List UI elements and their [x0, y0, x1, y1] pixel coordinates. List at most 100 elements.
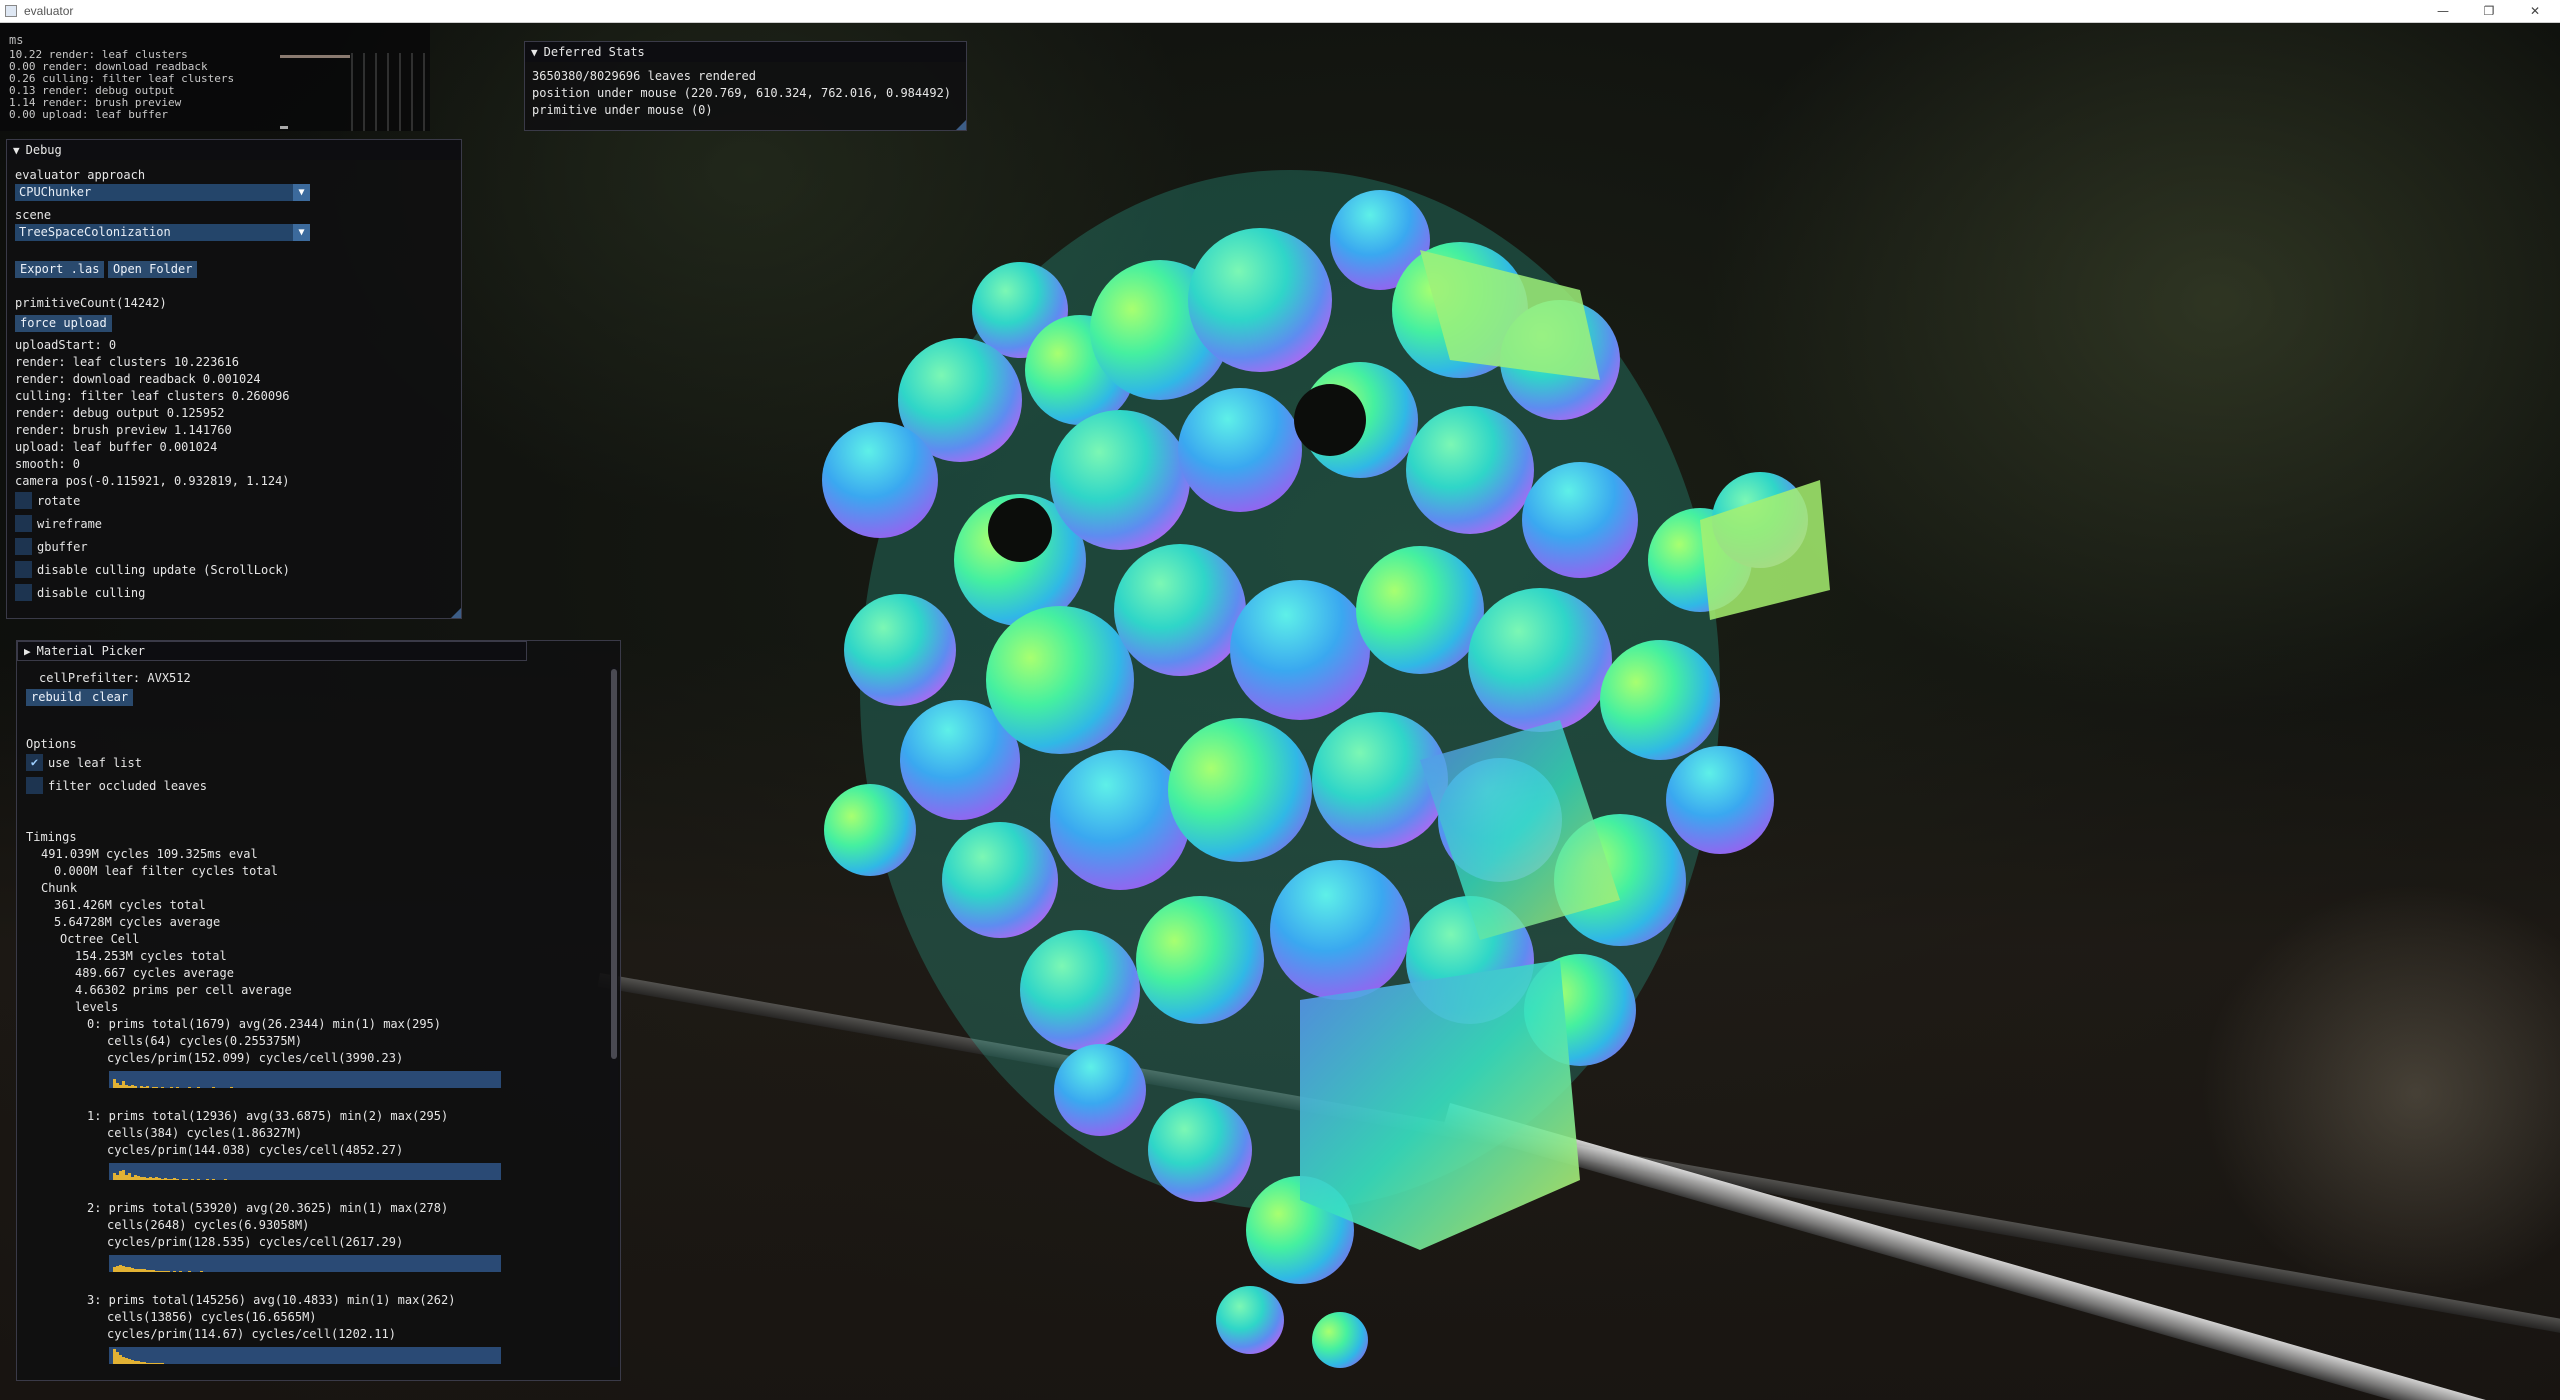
restore-button[interactable]: ❐	[2466, 0, 2512, 22]
panel-title: Debug	[25, 143, 62, 157]
cell-prefilter: cellPrefilter: AVX512	[39, 671, 191, 685]
level-histogram	[109, 1255, 501, 1272]
primitive-count: primitiveCount(14242)	[15, 296, 167, 310]
histogram-bar	[146, 1086, 149, 1088]
force-upload-button[interactable]: force upload	[15, 315, 112, 332]
checkbox-filter-occluded[interactable]	[26, 777, 43, 794]
histogram-bar	[179, 1271, 182, 1272]
checkbox-label: disable culling	[37, 586, 146, 600]
checkbox-disable-culling-update[interactable]	[15, 561, 32, 578]
perf-graph	[280, 53, 425, 131]
open-folder-button[interactable]: Open Folder	[108, 261, 198, 278]
resize-grip[interactable]	[956, 120, 966, 130]
debug-stat: render: download readback 0.001024	[15, 372, 261, 386]
histogram-bar	[188, 1087, 191, 1088]
level-line: cycles/prim(128.535) cycles/cell(2617.29…	[107, 1235, 404, 1249]
perf-line: 0.00 upload: leaf buffer	[9, 108, 168, 121]
deferred-stats-panel: ▼ Deferred Stats 3650380/8029696 leaves …	[524, 41, 967, 131]
debug-stat: camera pos(-0.115921, 0.932819, 1.124)	[15, 474, 290, 488]
debug-stat: render: brush preview 1.141760	[15, 423, 232, 437]
level-histogram	[109, 1347, 501, 1364]
timing-line: Octree Cell	[60, 932, 140, 946]
timing-line: Chunk	[41, 881, 78, 895]
timing-line: 489.667 cycles average	[75, 966, 234, 980]
checkbox-rotate[interactable]	[15, 492, 32, 509]
histogram-bar	[155, 1087, 158, 1088]
scrollbar-thumb[interactable]	[611, 669, 617, 1059]
histogram-bar	[167, 1271, 170, 1272]
debug-stat: uploadStart: 0	[15, 338, 117, 352]
options-label: Options	[26, 737, 77, 751]
level-line: cycles/prim(144.038) cycles/cell(4852.27…	[107, 1143, 404, 1157]
model-body	[822, 170, 1830, 1368]
resize-grip[interactable]	[451, 608, 461, 618]
timings-label: Timings	[26, 830, 77, 844]
primitive-under-mouse: primitive under mouse (0)	[532, 103, 713, 117]
rebuild-button[interactable]: rebuild	[26, 689, 87, 706]
dropdown-arrow-icon[interactable]: ▼	[293, 224, 310, 241]
position-under-mouse: position under mouse (220.769, 610.324, …	[532, 86, 952, 100]
histogram-bar	[197, 1087, 200, 1088]
checkbox-use-leaf-list[interactable]: ✔	[26, 754, 43, 771]
level-histogram	[109, 1071, 501, 1088]
window-title: evaluator	[24, 4, 74, 18]
checkbox-disable-culling[interactable]	[15, 584, 32, 601]
collapse-triangle-icon[interactable]: ▶	[24, 645, 31, 658]
scene-label: scene	[15, 208, 52, 222]
panel-title: Material Picker	[36, 644, 145, 658]
material-picker-header[interactable]: ▶ Material Picker	[17, 641, 527, 661]
scene-value: TreeSpaceColonization	[19, 225, 171, 239]
histogram-bar	[134, 1086, 137, 1088]
leaves-rendered: 3650380/8029696 leaves rendered	[532, 69, 756, 83]
histogram-bar	[161, 1363, 164, 1364]
checkbox-label: gbuffer	[37, 540, 88, 554]
level-line: cells(64) cycles(0.255375M)	[107, 1034, 303, 1048]
timing-line: levels	[75, 1000, 119, 1014]
level-line: cycles/prim(114.67) cycles/cell(1202.11)	[107, 1327, 396, 1341]
histogram-bar	[212, 1087, 215, 1088]
level-line: 0: prims total(1679) avg(26.2344) min(1)…	[87, 1017, 442, 1031]
collapse-triangle-icon[interactable]: ▼	[13, 144, 20, 157]
debug-stat: render: leaf clusters 10.223616	[15, 355, 239, 369]
panel-title: Deferred Stats	[543, 45, 645, 59]
timing-line: 361.426M cycles total	[54, 898, 206, 912]
histogram-bar	[173, 1271, 176, 1272]
histogram-bar	[176, 1087, 179, 1088]
approach-dropdown[interactable]: CPUChunker ▼	[15, 184, 310, 201]
debug-panel: ▼ Debug evaluator approach CPUChunker ▼ …	[6, 139, 462, 619]
timing-line: 4.66302 prims per cell average	[75, 983, 292, 997]
scene-dropdown[interactable]: TreeSpaceColonization ▼	[15, 224, 310, 241]
perf-overlay: ms 10.22 render: leaf clusters 0.00 rend…	[0, 23, 430, 131]
window-titlebar: evaluator — ❐ ✕	[0, 0, 2560, 23]
close-button[interactable]: ✕	[2512, 0, 2558, 22]
checkbox-label: disable culling update (ScrollLock)	[37, 563, 290, 577]
timing-line: 5.64728M cycles average	[54, 915, 221, 929]
deferred-stats-header[interactable]: ▼ Deferred Stats	[525, 42, 966, 62]
checkbox-label: wireframe	[37, 517, 103, 531]
checkbox-label: rotate	[37, 494, 81, 508]
level-line: 2: prims total(53920) avg(20.3625) min(1…	[87, 1201, 449, 1215]
collapse-triangle-icon[interactable]: ▼	[531, 46, 538, 59]
checkbox-gbuffer[interactable]	[15, 538, 32, 555]
checkbox-label: use leaf list	[48, 756, 142, 770]
timing-line: 491.039M cycles 109.325ms eval	[41, 847, 258, 861]
histogram-bar	[170, 1087, 173, 1088]
histogram-bar	[206, 1179, 209, 1180]
clear-button[interactable]: clear	[87, 689, 134, 706]
checkbox-wireframe[interactable]	[15, 515, 32, 532]
level-line: 1: prims total(12936) avg(33.6875) min(2…	[87, 1109, 449, 1123]
minimize-button[interactable]: —	[2420, 0, 2466, 22]
histogram-bar	[176, 1179, 179, 1180]
level-line: cells(384) cycles(1.86327M)	[107, 1126, 303, 1140]
histogram-bar	[185, 1179, 188, 1180]
timing-line: 0.000M leaf filter cycles total	[54, 864, 278, 878]
histogram-bar	[188, 1271, 191, 1272]
export-las-button[interactable]: Export .las	[15, 261, 105, 278]
histogram-bar	[230, 1087, 233, 1088]
level-line: 3: prims total(145256) avg(10.4833) min(…	[87, 1293, 456, 1307]
scrollbar-track[interactable]	[610, 667, 618, 1367]
level-line: cells(13856) cycles(16.6565M)	[107, 1310, 317, 1324]
dropdown-arrow-icon[interactable]: ▼	[293, 184, 310, 201]
debug-header[interactable]: ▼ Debug	[7, 140, 461, 160]
level-line: cycles/prim(152.099) cycles/cell(3990.23…	[107, 1051, 404, 1065]
